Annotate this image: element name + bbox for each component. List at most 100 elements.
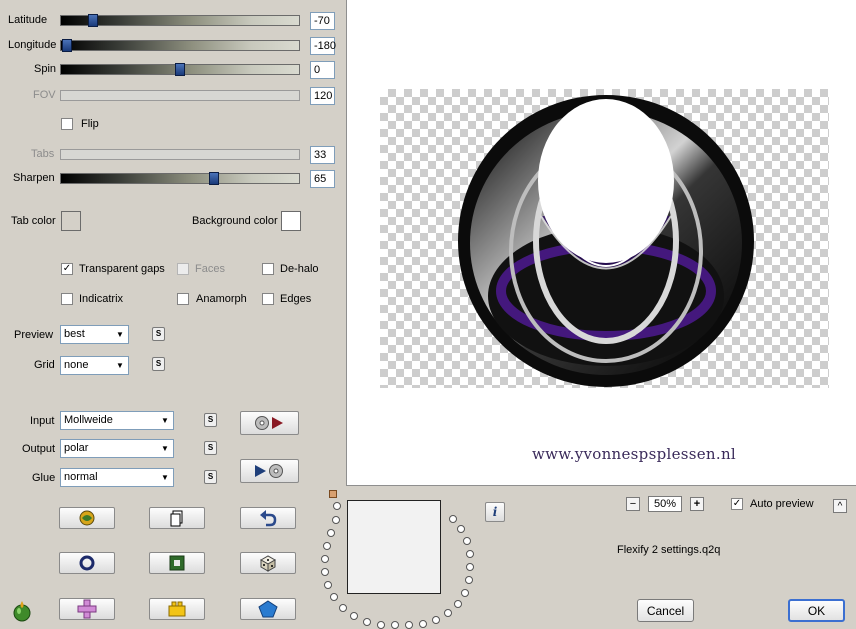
undo-arrow-icon: [260, 510, 277, 527]
nav-dot[interactable]: [330, 593, 338, 601]
nav-dot[interactable]: [444, 609, 452, 617]
glue-select[interactable]: normal ▼: [60, 468, 174, 487]
copy-to-input-button[interactable]: [240, 459, 299, 483]
pink-cross-icon: [77, 599, 97, 619]
sharpen-slider[interactable]: [60, 172, 300, 185]
latitude-value[interactable]: -70: [310, 12, 335, 30]
nav-dot[interactable]: [457, 525, 465, 533]
nav-dot[interactable]: [461, 589, 469, 597]
nav-dot[interactable]: [321, 555, 329, 563]
nav-dot[interactable]: [463, 537, 471, 545]
brick-button[interactable]: [149, 598, 205, 620]
nav-dot[interactable]: [419, 620, 427, 628]
nav-dot[interactable]: [332, 516, 340, 524]
grid-select-value: none: [64, 359, 89, 371]
preview-s-button[interactable]: S: [152, 327, 165, 341]
edges-checkbox[interactable]: [262, 293, 274, 305]
faces-checkbox: [177, 263, 189, 275]
transparent-gaps-checkbox[interactable]: ✓: [61, 263, 73, 275]
nav-dot[interactable]: [321, 568, 329, 576]
nav-dot[interactable]: [327, 529, 335, 537]
input-label: Input: [30, 415, 55, 427]
sharpen-value[interactable]: 65: [310, 170, 335, 188]
grid-select[interactable]: none ▼: [60, 356, 129, 375]
copy-to-output-button[interactable]: [240, 411, 299, 435]
nav-dot[interactable]: [466, 550, 474, 558]
settings-panel: Latitude -70 Longitude -180 Spin 0 FOV 1…: [0, 0, 346, 628]
cross-button[interactable]: [59, 598, 115, 620]
auto-preview-checkbox[interactable]: ✓: [731, 498, 743, 510]
latitude-label: Latitude: [8, 14, 48, 26]
glue-label: Glue: [32, 472, 56, 484]
square-button[interactable]: [149, 552, 205, 574]
spin-slider[interactable]: [60, 63, 300, 76]
disc-arrow-right-icon: [254, 416, 283, 430]
collapse-button[interactable]: ^: [833, 499, 847, 513]
navigator-thumbnail[interactable]: [347, 500, 441, 594]
sharpen-slider-thumb[interactable]: [209, 172, 219, 185]
nav-dot[interactable]: [339, 604, 347, 612]
auto-preview-label: Auto preview: [750, 498, 814, 510]
nav-dot[interactable]: [432, 616, 440, 624]
indicatrix-checkbox[interactable]: [61, 293, 73, 305]
faces-label: Faces: [195, 263, 225, 275]
nav-dot[interactable]: [323, 542, 331, 550]
background-color-swatch[interactable]: [281, 211, 301, 231]
info-button[interactable]: i: [485, 502, 505, 522]
fov-slider: [60, 90, 300, 101]
grid-s-button[interactable]: S: [152, 357, 165, 371]
nav-dot[interactable]: [363, 618, 371, 626]
longitude-value[interactable]: -180: [310, 37, 336, 55]
nav-dot[interactable]: [350, 612, 358, 620]
edges-label: Edges: [280, 293, 312, 305]
spin-value[interactable]: 0: [310, 61, 335, 79]
de-halo-checkbox[interactable]: [262, 263, 274, 275]
nav-dot[interactable]: [466, 563, 474, 571]
navigator-corner-icon[interactable]: [329, 490, 337, 498]
flexify-preview-image: [458, 95, 754, 387]
undo-button[interactable]: [240, 507, 296, 529]
tabs-slider: [60, 149, 300, 160]
nav-dot[interactable]: [333, 502, 341, 510]
flaming-pear-logo-icon: [10, 598, 34, 622]
circle-button[interactable]: [59, 552, 115, 574]
ok-button[interactable]: OK: [788, 599, 845, 622]
info-icon: i: [492, 505, 498, 519]
zoom-in-button[interactable]: +: [690, 497, 704, 511]
nav-dot[interactable]: [454, 600, 462, 608]
longitude-slider-thumb[interactable]: [62, 39, 72, 52]
sharpen-label: Sharpen: [13, 172, 55, 184]
input-select[interactable]: Mollweide ▼: [60, 411, 174, 430]
cancel-button[interactable]: Cancel: [637, 599, 694, 622]
latitude-slider[interactable]: [60, 14, 300, 27]
preview-select[interactable]: best ▼: [60, 325, 129, 344]
longitude-slider[interactable]: [60, 39, 300, 52]
tab-color-swatch[interactable]: [61, 211, 81, 231]
nav-dot[interactable]: [449, 515, 457, 523]
output-s-button[interactable]: S: [204, 441, 217, 455]
latitude-slider-thumb[interactable]: [88, 14, 98, 27]
spin-slider-thumb[interactable]: [175, 63, 185, 76]
output-select[interactable]: polar ▼: [60, 439, 174, 458]
pentagon-button[interactable]: [240, 598, 296, 620]
chevron-down-icon: ▼: [116, 330, 124, 339]
anamorph-checkbox[interactable]: [177, 293, 189, 305]
indicatrix-label: Indicatrix: [79, 293, 124, 305]
chevron-down-icon: ▼: [116, 361, 124, 370]
de-halo-label: De-halo: [280, 263, 319, 275]
preview-label: Preview: [14, 329, 54, 341]
glue-s-button[interactable]: S: [204, 470, 217, 484]
longitude-label: Longitude: [8, 39, 57, 51]
flip-checkbox[interactable]: [61, 118, 73, 130]
tabs-label: Tabs: [31, 148, 55, 160]
nav-dot[interactable]: [324, 581, 332, 589]
nav-dot[interactable]: [465, 576, 473, 584]
background-color-label: Background color: [192, 215, 278, 227]
zoom-out-button[interactable]: −: [626, 497, 640, 511]
input-s-button[interactable]: S: [204, 413, 217, 427]
dice-button[interactable]: [240, 552, 296, 574]
copy-button[interactable]: [149, 507, 205, 529]
pentagon-icon: [258, 600, 278, 618]
randomize-button[interactable]: [59, 507, 115, 529]
zoom-level: 50%: [648, 496, 682, 512]
